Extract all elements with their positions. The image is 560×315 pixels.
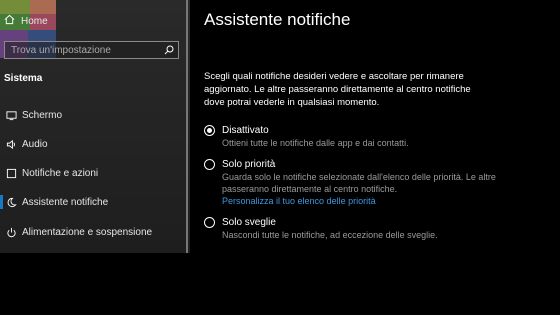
home-label: Home: [21, 15, 48, 27]
sidebar-item-audio[interactable]: Audio: [0, 132, 186, 156]
sidebar: Home Sistema Schermo Audio Notifiche e a…: [0, 0, 190, 253]
section-title: Sistema: [4, 73, 43, 84]
priority-list-link[interactable]: Personalizza il tuo elenco delle priorit…: [222, 195, 502, 207]
option-description: Nascondi tutte le notifiche, ad eccezion…: [222, 230, 438, 240]
radio-button[interactable]: [204, 159, 215, 170]
sidebar-item-alimentazione-e-sospensione[interactable]: Alimentazione e sospensione: [0, 220, 186, 244]
page-title: Assistente notifiche: [204, 10, 351, 29]
option-description: Ottieni tutte le notifiche dalle app e d…: [222, 138, 409, 148]
monitor-icon: [0, 110, 22, 121]
main-content: Assistente notifiche Scegli quali notifi…: [190, 0, 560, 315]
radio-button[interactable]: [204, 217, 215, 228]
wallpaper-tile: [0, 0, 56, 14]
home-icon: [4, 14, 15, 28]
sidebar-item-schermo[interactable]: Schermo: [0, 103, 186, 127]
speaker-icon: [0, 139, 22, 150]
sidebar-item-notifiche-e-azioni[interactable]: Notifiche e azioni: [0, 161, 186, 185]
radio-button[interactable]: [204, 125, 215, 136]
sidebar-item-assistente-notifiche[interactable]: Assistente notifiche: [0, 190, 186, 214]
search-box: [4, 41, 179, 59]
option-label: Disattivato: [222, 125, 269, 136]
moon-icon: [0, 197, 22, 208]
sidebar-item-label: Schermo: [22, 109, 63, 121]
notification-icon: [0, 168, 22, 179]
option-label: Solo sveglie: [222, 217, 276, 228]
sidebar-item-label: Alimentazione e sospensione: [22, 226, 153, 238]
sidebar-scrollbar[interactable]: [186, 0, 188, 253]
sidebar-item-label: Assistente notifiche: [22, 196, 109, 208]
sidebar-item-label: Notifiche e azioni: [22, 167, 99, 179]
option-description: Guarda solo le notifiche selezionate dal…: [222, 172, 496, 194]
option-label: Solo priorità: [222, 159, 276, 170]
intro-text: Scegli quali notifiche desideri vedere e…: [204, 71, 471, 108]
search-input[interactable]: [5, 42, 160, 58]
power-icon: [0, 227, 22, 238]
home-link[interactable]: Home: [4, 14, 48, 28]
sidebar-item-label: Audio: [22, 138, 48, 150]
search-icon[interactable]: [160, 45, 178, 55]
